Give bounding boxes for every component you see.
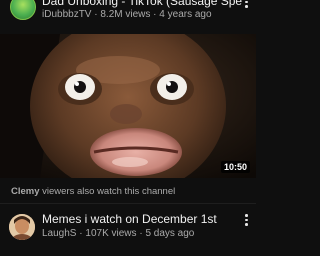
video-meta: LaughS · 107K views · 5 days ago bbox=[42, 228, 194, 239]
section-divider bbox=[0, 203, 256, 204]
video-meta: iDubbbzTV · 8.2M views · 4 years ago bbox=[42, 9, 212, 20]
channel-name: LaughS bbox=[42, 228, 77, 239]
meta-separator: · bbox=[94, 9, 98, 20]
top-video-row[interactable]: Dad Unboxing - TikTok (Sausage Special) … bbox=[0, 0, 256, 28]
upload-age: 4 years ago bbox=[159, 9, 212, 20]
view-count: 107K views bbox=[85, 228, 137, 239]
thumbnail-image bbox=[0, 34, 256, 178]
meta-separator: · bbox=[79, 228, 83, 239]
video-duration: 10:50 bbox=[220, 161, 250, 173]
avatar-image bbox=[9, 214, 35, 240]
video-thumbnail[interactable]: 10:50 bbox=[0, 34, 256, 178]
channel-avatar[interactable] bbox=[9, 214, 35, 240]
also-watch-caption: Clemy viewers also watch this channel bbox=[11, 186, 175, 197]
video-title[interactable]: Memes i watch on December 1st bbox=[42, 212, 217, 226]
meta-separator: · bbox=[153, 9, 157, 20]
channel-name[interactable]: Clemy bbox=[11, 186, 40, 197]
channel-avatar[interactable] bbox=[10, 0, 36, 20]
more-options-icon[interactable] bbox=[245, 214, 249, 228]
meta-separator: · bbox=[139, 228, 143, 239]
also-watch-text: viewers also watch this channel bbox=[42, 186, 176, 197]
view-count: 8.2M views bbox=[100, 9, 151, 20]
channel-name: iDubbbzTV bbox=[42, 9, 92, 20]
more-options-icon[interactable] bbox=[245, 0, 249, 10]
video-title[interactable]: Dad Unboxing - TikTok (Sausage Special) bbox=[42, 0, 242, 8]
upload-age: 5 days ago bbox=[145, 228, 195, 239]
